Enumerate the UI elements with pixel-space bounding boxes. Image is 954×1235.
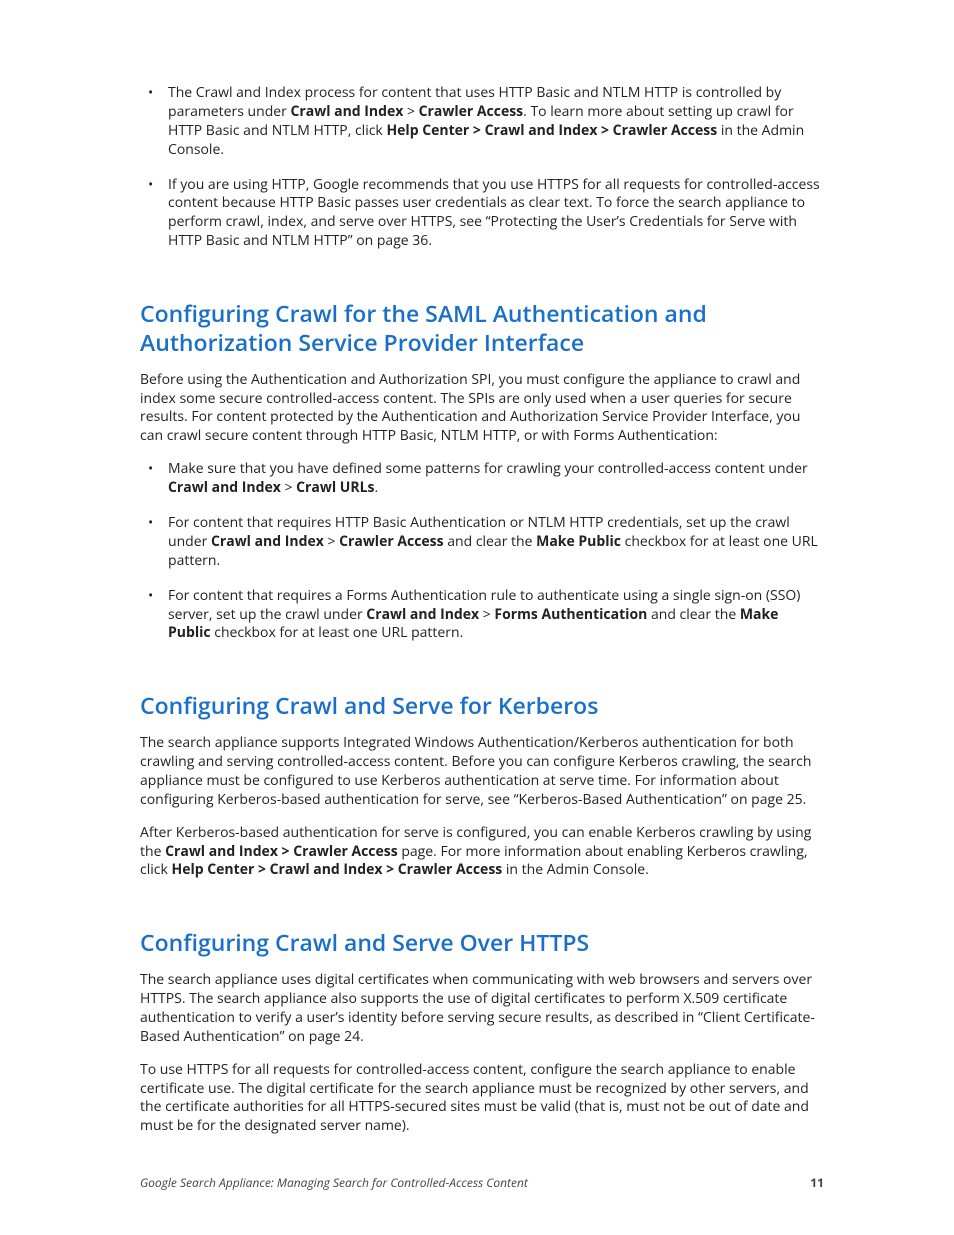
body-paragraph: The search appliance supports Integrated…	[140, 734, 824, 810]
bold-text: Crawler Access	[339, 532, 444, 551]
body-text: >	[324, 532, 339, 551]
list-item: For content that requires a Forms Authen…	[140, 587, 824, 644]
body-text: .	[374, 478, 378, 497]
bold-text: Crawl and Index	[291, 102, 404, 121]
bold-text: Help Center > Crawl and Index > Crawler …	[171, 860, 502, 879]
body-paragraph: Before using the Authentication and Auth…	[140, 371, 824, 447]
body-paragraph: After Kerberos-based authentication for …	[140, 824, 824, 881]
body-text: If you are using HTTP, Google recommends…	[168, 175, 820, 251]
body-paragraph: The search appliance uses digital certif…	[140, 971, 824, 1047]
body-text: >	[403, 102, 418, 121]
saml-bullet-list: Make sure that you have defined some pat…	[140, 460, 824, 643]
bold-text: Crawl and Index > Crawler Access	[165, 842, 398, 861]
bold-text: Crawl and Index	[168, 478, 281, 497]
list-item: Make sure that you have defined some pat…	[140, 460, 824, 498]
list-item: If you are using HTTP, Google recommends…	[140, 176, 824, 252]
body-text: checkbox for at least one URL pattern.	[211, 623, 464, 642]
bold-text: Crawl and Index	[211, 532, 324, 551]
document-page: The Crawl and Index process for content …	[0, 0, 954, 1235]
list-item: The Crawl and Index process for content …	[140, 84, 824, 160]
list-item: For content that requires HTTP Basic Aut…	[140, 514, 824, 571]
footer-title: Google Search Appliance: Managing Search…	[140, 1174, 528, 1191]
body-text: and clear the	[444, 532, 537, 551]
body-text: and clear the	[647, 605, 740, 624]
bold-text: Help Center > Crawl and Index > Crawler …	[386, 121, 717, 140]
bold-text: Crawl and Index	[366, 605, 479, 624]
body-paragraph: To use HTTPS for all requests for contro…	[140, 1061, 824, 1137]
body-text: >	[479, 605, 494, 624]
body-text: >	[281, 478, 296, 497]
body-text: Make sure that you have defined some pat…	[168, 459, 808, 478]
bold-text: Crawler Access	[419, 102, 524, 121]
section-heading-saml: Configuring Crawl for the SAML Authentic…	[140, 299, 824, 357]
intro-bullet-list: The Crawl and Index process for content …	[140, 84, 824, 251]
body-text: in the Admin Console.	[502, 860, 649, 879]
footer-page-number: 11	[810, 1174, 824, 1191]
section-heading-https: Configuring Crawl and Serve Over HTTPS	[140, 928, 824, 957]
page-footer: Google Search Appliance: Managing Search…	[140, 1174, 824, 1191]
section-heading-kerberos: Configuring Crawl and Serve for Kerberos	[140, 691, 824, 720]
bold-text: Crawl URLs	[296, 478, 374, 497]
bold-text: Make Public	[536, 532, 621, 551]
bold-text: Forms Authentication	[494, 605, 647, 624]
